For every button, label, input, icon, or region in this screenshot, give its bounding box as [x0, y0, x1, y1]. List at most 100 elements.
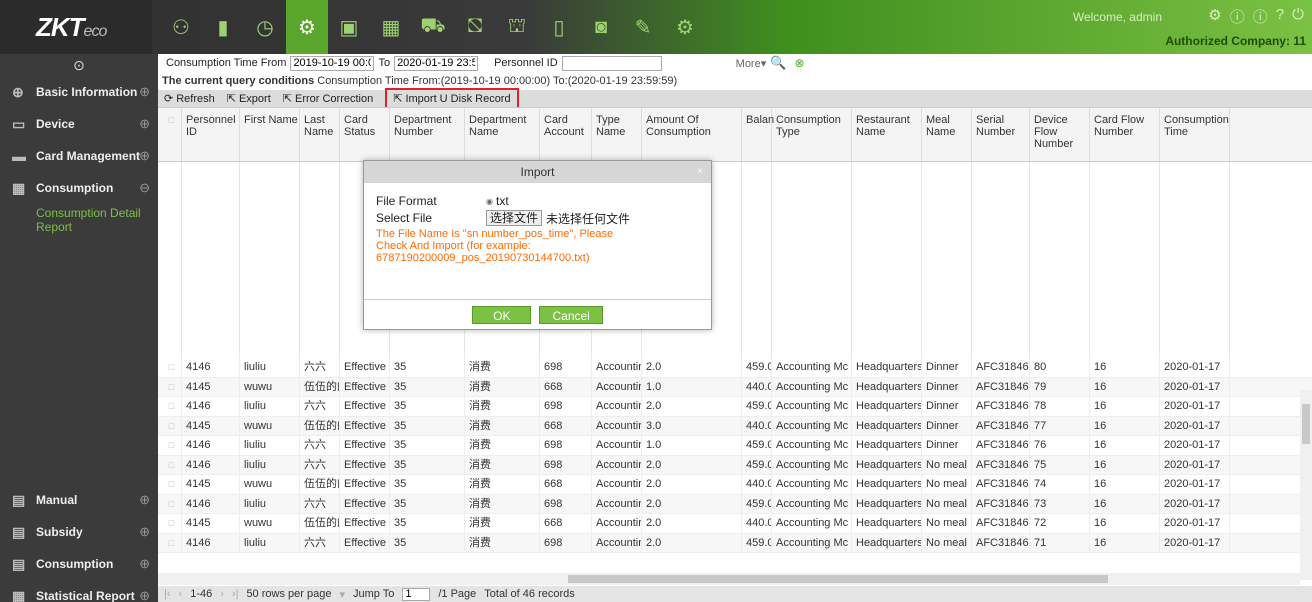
logout-icon[interactable]: ⏻	[1292, 6, 1304, 27]
settings-icon[interactable]: ⚙	[664, 0, 706, 54]
phone2-icon[interactable]: ▯	[538, 0, 580, 54]
table-row[interactable]: □4145wuwu伍伍的的Effective35消费668Accountir3.…	[158, 416, 1312, 436]
table-cell: 35	[390, 397, 465, 416]
row-checkbox[interactable]: □	[158, 436, 182, 455]
column-header[interactable]: Restaurant Name	[852, 108, 922, 161]
first-page-icon[interactable]: |‹	[164, 588, 171, 600]
rows-per-page-chevron-icon[interactable]: ▾	[339, 588, 345, 601]
export-button[interactable]: ⇱ Export	[227, 92, 271, 106]
table-row[interactable]: □ 4146 liuliu 六六 Effective 35 消费 698 Accountir 1.…	[158, 436, 1312, 456]
about-icon[interactable]: ⓘ	[1253, 6, 1268, 27]
column-header[interactable]: Card Flow Number	[1090, 108, 1160, 161]
row-checkbox[interactable]: □	[158, 533, 182, 552]
sidebar-item-subsidy[interactable]: ▤ Subsidy ⊕	[0, 516, 158, 548]
error-correction-button[interactable]: ⇱ Error Correction	[283, 92, 373, 106]
time-from-input[interactable]	[290, 55, 375, 71]
car-icon[interactable]: ⛟	[412, 0, 454, 54]
table-row[interactable]: □ 4146 liuliu 六六 Effective 35 消费 698 Accountir 2.…	[158, 455, 1312, 475]
gear-chip-icon[interactable]: ⚙	[286, 0, 328, 54]
sidebar-item-card-management[interactable]: ▬ Card Management ⊕	[0, 140, 158, 172]
column-header[interactable]: Department Number	[390, 108, 465, 161]
sidebar-item-consumption[interactable]: ▤ Consumption ⊕	[0, 548, 158, 580]
time-to-input[interactable]	[394, 55, 479, 71]
jump-to-input[interactable]	[402, 587, 431, 601]
sidebar-item-consumption[interactable]: ▦ Consumption ⊖	[0, 172, 158, 204]
table-row[interactable]: □ 4146 liuliu 六六 Effective 35 消费 698 Accountir 2.…	[158, 494, 1312, 514]
column-header[interactable]: Balan	[742, 108, 774, 161]
expand-icon[interactable]: ⊕	[139, 76, 150, 108]
door-icon[interactable]: ▮	[202, 0, 244, 54]
next-page-icon[interactable]: ›	[220, 588, 224, 600]
column-header[interactable]: Card Account	[540, 108, 592, 161]
table-cell: No meal	[922, 475, 972, 494]
row-checkbox[interactable]: □	[158, 455, 182, 474]
column-header[interactable]: Device Flow Number	[1030, 108, 1090, 161]
column-header[interactable]: Serial Number	[972, 108, 1030, 161]
query-conditions: The current query conditions Consumption…	[162, 75, 678, 87]
choose-file-button[interactable]: 选择文件	[486, 210, 543, 226]
table-row[interactable]: □4145wuwu伍伍的的Effective35消费668Accountir2.…	[158, 514, 1312, 534]
search-icon[interactable]: 🔍	[770, 55, 786, 71]
phone-icon[interactable]: ▣	[328, 0, 370, 54]
sidebar-item-device[interactable]: ▭ Device ⊕	[0, 108, 158, 140]
more-button[interactable]: More▾	[736, 57, 767, 70]
vertical-scrollbar[interactable]	[1300, 390, 1312, 580]
collapse-icon[interactable]: ⊙	[0, 54, 158, 76]
tower-icon[interactable]: ⛫	[496, 0, 538, 54]
expand-icon[interactable]: ⊕	[139, 580, 150, 602]
expand-icon[interactable]: ⊕	[139, 484, 150, 516]
refresh-button[interactable]: ⟳ Refresh	[164, 92, 215, 106]
row-checkbox[interactable]: □	[158, 514, 182, 533]
column-header[interactable]: Last Name	[300, 108, 340, 161]
column-header[interactable]: Amount Of Consumption	[642, 108, 742, 161]
sidebar-item-consumption-detail-report[interactable]: Consumption Detail Report	[0, 204, 158, 240]
last-page-icon[interactable]: ›|	[232, 588, 239, 600]
elevator-icon[interactable]: ⛞	[454, 0, 496, 54]
expand-icon[interactable]: ⊕	[139, 516, 150, 548]
sidebar-item-manual[interactable]: ▤ Manual ⊕	[0, 484, 158, 516]
close-icon[interactable]: ×	[697, 161, 703, 183]
row-checkbox[interactable]: □	[158, 475, 182, 494]
expand-icon[interactable]: ⊕	[139, 108, 150, 140]
file-format-radio[interactable]: ◉	[486, 197, 493, 206]
clock-icon[interactable]: ◷	[244, 0, 286, 54]
column-header[interactable]: Department Name	[465, 108, 540, 161]
scan-icon[interactable]: ◙	[580, 0, 622, 54]
help-icon[interactable]: ?	[1276, 6, 1284, 27]
expand-icon[interactable]: ⊕	[139, 140, 150, 172]
row-checkbox[interactable]: □	[158, 494, 182, 513]
table-row[interactable]: □ 4146 liuliu 六六 Effective 35 消费 698 Accountir 2.…	[158, 533, 1312, 553]
column-header[interactable]: First Name	[240, 108, 300, 161]
sidebar-item-statistical-report[interactable]: ▦ Statistical Report ⊕	[0, 580, 158, 602]
clear-icon[interactable]: ⊗	[794, 56, 804, 70]
column-header[interactable]: Consumption Type	[772, 108, 852, 161]
column-header[interactable]: Card Status	[340, 108, 390, 161]
column-header[interactable]: Meal Name	[922, 108, 972, 161]
personnel-id-input[interactable]	[561, 55, 662, 71]
table-row[interactable]: □ 4146 liuliu 六六 Effective 35 消费 698 Accountir 2.…	[158, 397, 1312, 417]
person-icon[interactable]: ⚇	[160, 0, 202, 54]
expand-icon[interactable]: ⊖	[139, 172, 150, 204]
column-header[interactable]: Consumption Time	[1160, 108, 1230, 161]
table-row[interactable]: □4145wuwu伍伍的的Effective35消费668Accountir2.…	[158, 475, 1312, 495]
info-icon[interactable]: ⓘ	[1230, 6, 1245, 27]
prev-page-icon[interactable]: ‹	[179, 588, 183, 600]
select-all-checkbox[interactable]: □	[158, 108, 182, 161]
sidebar-item-basic-information[interactable]: ⊕ Basic Information ⊕	[0, 76, 158, 108]
building-icon[interactable]: ▦	[370, 0, 412, 54]
column-header[interactable]: Personnel ID	[182, 108, 240, 161]
rows-per-page-select[interactable]: 50 rows per page	[246, 588, 331, 600]
row-checkbox[interactable]: □	[158, 416, 182, 435]
column-header[interactable]: Type Name	[592, 108, 642, 161]
table-row[interactable]: □4145wuwu伍伍的的Effective35消费668Accountir1.…	[158, 377, 1312, 397]
row-checkbox[interactable]: □	[158, 397, 182, 416]
cancel-button[interactable]: Cancel	[539, 305, 603, 324]
ok-button[interactable]: OK	[472, 305, 532, 324]
pen-icon[interactable]: ✎	[622, 0, 664, 54]
settings-icon[interactable]: ⚙	[1208, 6, 1221, 27]
table-row[interactable]: □ 4146 liuliu 六六 Effective 35 消费 698 Accountir 2.…	[158, 358, 1312, 378]
expand-icon[interactable]: ⊕	[139, 548, 150, 580]
horizontal-scrollbar[interactable]	[158, 573, 1300, 585]
row-checkbox[interactable]: □	[158, 358, 182, 377]
row-checkbox[interactable]: □	[158, 377, 182, 396]
